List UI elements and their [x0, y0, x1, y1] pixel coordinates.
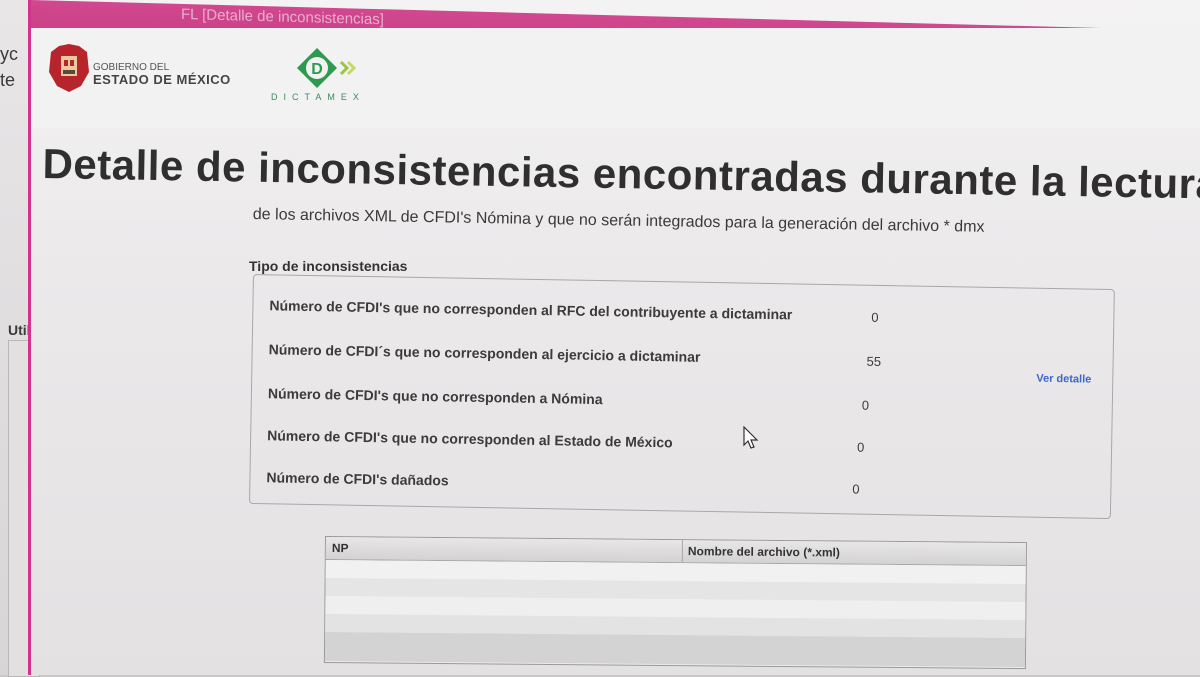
page-title: Detalle de inconsistencias encontradas d… [42, 140, 1200, 209]
detalle-window: FL [Detalle de inconsistencias] GOBIERNO… [28, 0, 1200, 675]
ver-detalle-link[interactable]: Ver detalle [1036, 373, 1091, 386]
gobierno-logo-text: GOBIERNO DEL ESTADO DE MÉXICO [93, 62, 231, 86]
inconsistencia-count-danados: 0 [852, 481, 860, 497]
inconsistencia-count-ejercicio: 55 [866, 353, 882, 369]
background-text: yc [0, 44, 18, 64]
inconsistencias-legend: Tipo de inconsistencias [249, 258, 408, 274]
inconsistencia-label-ejercicio: Número de CFDI´s que no corresponden al … [268, 341, 701, 365]
background-text: te [0, 70, 16, 90]
inconsistencia-count-estado: 0 [856, 439, 865, 455]
inconsistencia-label-danados: Número de CFDI's dañados [266, 469, 449, 489]
inconsistencias-panel: Número de CFDI's que no corresponden al … [248, 274, 1115, 520]
svg-text:D: D [311, 61, 323, 78]
inconsistencia-label-estado: Número de CFDI's que no corresponden al … [267, 427, 673, 451]
column-divider[interactable] [681, 540, 683, 563]
column-header-np[interactable]: NP [332, 541, 349, 555]
dictamex-logo-text: DICTAMEX [271, 92, 365, 102]
table-row[interactable] [324, 632, 1026, 668]
window-title: FL [Detalle de inconsistencias] [181, 5, 384, 29]
gobierno-logo-icon [49, 44, 89, 92]
inconsistencia-count-rfc: 0 [871, 309, 879, 325]
inconsistencia-label-nomina: Número de CFDI's que no corresponden a N… [267, 385, 603, 408]
gobierno-line-2: ESTADO DE MÉXICO [93, 72, 231, 87]
mouse-cursor-icon [743, 426, 759, 449]
inconsistencia-count-nomina: 0 [861, 397, 870, 413]
archivos-grid[interactable]: NP Nombre del archivo (*.xml) [323, 536, 1027, 670]
inconsistencia-label-rfc: Número de CFDI's que no corresponden al … [269, 297, 793, 323]
page-subtitle: de los archivos XML de CFDI's Nómina y q… [252, 206, 985, 236]
column-header-nombre-archivo[interactable]: Nombre del archivo (*.xml) [688, 544, 840, 559]
dictamex-logo-icon: D [297, 48, 357, 88]
